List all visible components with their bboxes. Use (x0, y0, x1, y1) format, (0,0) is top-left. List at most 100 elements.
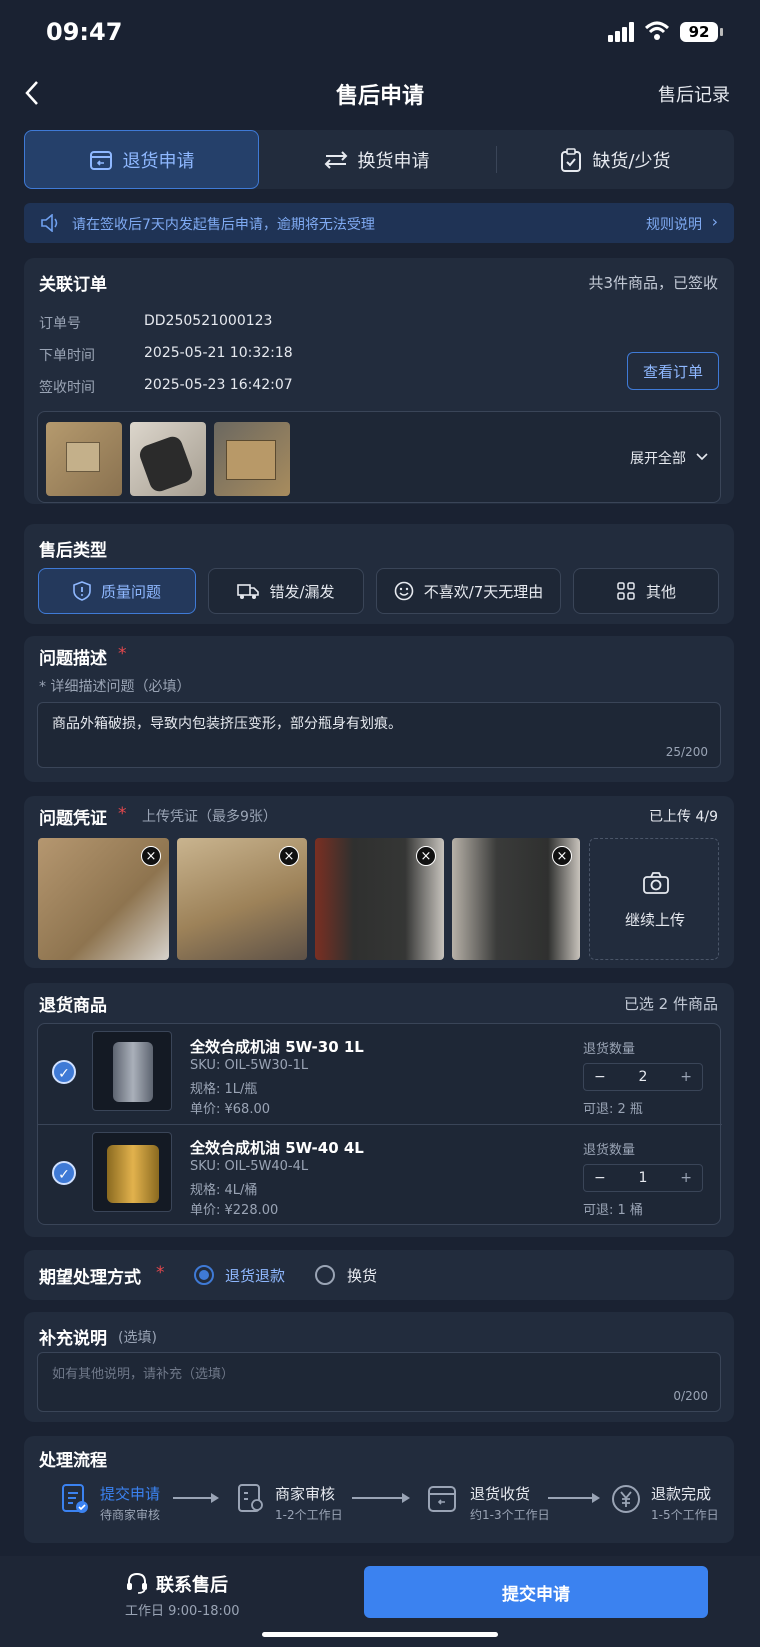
required-mark: * (118, 804, 127, 824)
method-card: 期望处理方式 * 退货退款 换货 (24, 1250, 734, 1300)
type-title: 售后类型 (39, 541, 107, 561)
evidence-photo-2[interactable]: × (177, 838, 307, 960)
minus-button[interactable]: − (594, 1069, 606, 1085)
method-exchange-radio[interactable] (315, 1265, 335, 1285)
extra-notes-card: 补充说明 (选填) 如有其他说明，请补充（选填） 0/200 (24, 1312, 734, 1422)
method-refund-radio[interactable] (194, 1265, 214, 1285)
merchant-review-icon (238, 1484, 263, 1512)
item-2-quantity-stepper: − 1 + (583, 1164, 703, 1192)
extra-title: 补充说明 (39, 1329, 107, 1349)
order-no-label: 订单号 (39, 316, 81, 332)
extra-notes-input[interactable]: 如有其他说明，请补充（选填） 0/200 (37, 1352, 721, 1412)
type-quality-label: 质量问题 (100, 582, 161, 601)
order-time-value: 2025-05-21 10:32:18 (144, 345, 293, 361)
close-icon[interactable]: × (141, 846, 161, 866)
item-1-name: 全效合成机油 5W-30 1L (190, 1038, 364, 1056)
extra-placeholder: 如有其他说明，请补充（选填） (52, 1367, 235, 1382)
close-icon[interactable]: × (279, 846, 299, 866)
item-2-sku: SKU: OIL-5W40-4L (190, 1159, 309, 1174)
type-quality[interactable]: 质量问题 (38, 568, 196, 614)
tab-return[interactable]: 退货申请 (24, 130, 259, 189)
smile-icon (394, 581, 413, 601)
item-1-qty[interactable]: 2 (639, 1069, 648, 1085)
evidence-photo-1[interactable]: × (38, 838, 169, 960)
order-time-label: 下单时间 (39, 348, 95, 364)
request-type-tabs: 退货申请 换货申请 缺货/少货 (24, 130, 734, 189)
evidence-title: 问题凭证 (39, 809, 107, 829)
plus-button[interactable]: + (680, 1069, 692, 1085)
type-no-reason[interactable]: 不喜欢/7天无理由 (376, 568, 561, 614)
type-wrong-missing[interactable]: 错发/漏发 (208, 568, 364, 614)
clipboard-check-icon (561, 147, 582, 172)
expand-all-link[interactable]: 展开全部 (630, 448, 686, 468)
flow-title: 处理流程 (39, 1451, 107, 1471)
contact-support-button[interactable]: 联系售后 工作日 9:00-18:00 (120, 1568, 250, 1619)
upload-more-button[interactable]: 继续上传 (589, 838, 719, 960)
order-products-strip: 展开全部 (37, 411, 721, 503)
description-hint: * 详细描述问题（必填） (39, 679, 191, 695)
description-textarea[interactable]: 商品外箱破损，导致内包装挤压变形，部分瓶身有划痕。 25/200 (37, 702, 721, 768)
item-1-checkbox[interactable]: ✓ (52, 1060, 76, 1084)
exchange-arrows-icon (324, 150, 347, 169)
plus-button[interactable]: + (680, 1170, 692, 1186)
item-2-spec: 规格: 4L/桶 (190, 1183, 258, 1198)
step-1-title: 提交申请 (100, 1485, 161, 1503)
home-indicator (262, 1632, 498, 1637)
close-icon[interactable]: × (552, 846, 572, 866)
required-mark: * (156, 1263, 165, 1283)
item-2-qty[interactable]: 1 (639, 1170, 648, 1186)
truck-icon (237, 584, 260, 599)
item-2-qty-label: 退货数量 (583, 1143, 636, 1158)
step-4-title: 退款完成 (651, 1485, 712, 1503)
speaker-icon (41, 214, 58, 232)
tab-shortage[interactable]: 缺货/少货 (497, 130, 734, 189)
return-items-summary: 已选 2 件商品 (623, 995, 718, 1013)
item-2-checkbox[interactable]: ✓ (52, 1161, 76, 1185)
step-1-sub: 待商家审核 (100, 1508, 161, 1522)
submit-button[interactable]: 提交申请 (364, 1566, 708, 1618)
minus-button[interactable]: − (594, 1170, 606, 1186)
type-wrong-missing-label: 错发/漏发 (269, 582, 335, 601)
page-title: 售后申请 (335, 84, 424, 109)
type-other-label: 其他 (645, 582, 676, 601)
close-icon[interactable]: × (416, 846, 436, 866)
item-2-name: 全效合成机油 5W-40 4L (190, 1139, 364, 1157)
status-bar: 09:47 92 (0, 0, 760, 66)
return-box-icon (89, 150, 112, 170)
step-3-sub: 约1-3个工作日 (470, 1508, 550, 1522)
evidence-photo-4[interactable]: × (452, 838, 580, 960)
required-mark: * (118, 644, 127, 664)
view-order-button[interactable]: 查看订单 (627, 352, 719, 390)
step-2-title: 商家审核 (275, 1485, 336, 1503)
extra-optional: (选填) (118, 1330, 157, 1346)
item-2-available: 可退: 1 桶 (583, 1203, 643, 1218)
method-exchange-label[interactable]: 换货 (347, 1265, 377, 1286)
description-card: 问题描述 * * 详细描述问题（必填） 商品外箱破损，导致内包装挤压变形，部分瓶… (24, 636, 734, 782)
order-card: 关联订单 共3件商品，已签收 订单号 DD250521000123 下单时间 2… (24, 258, 734, 504)
item-1-available: 可退: 2 瓶 (583, 1102, 643, 1117)
after-sales-records-link[interactable]: 售后记录 (658, 81, 730, 107)
arrow-right-icon (173, 1493, 219, 1503)
item-1-qty-label: 退货数量 (583, 1042, 636, 1057)
step-2-sub: 1-2个工作日 (275, 1508, 343, 1522)
notice-text: 请在签收后7天内发起售后申请，逾期将无法受理 (72, 217, 375, 233)
camera-icon (643, 872, 669, 894)
type-other[interactable]: 其他 (573, 568, 719, 614)
evidence-photo-3[interactable]: × (315, 838, 444, 960)
description-counter: 25/200 (665, 745, 708, 759)
extra-counter: 0/200 (673, 1389, 708, 1403)
service-hours: 工作日 9:00-18:00 (125, 1604, 240, 1619)
item-2-price: 单价: ¥228.00 (190, 1203, 279, 1218)
arrow-right-icon (548, 1493, 600, 1503)
tab-exchange[interactable]: 换货申请 (259, 130, 494, 189)
chevron-down-icon[interactable] (696, 452, 708, 462)
item-1-quantity-stepper: − 2 + (583, 1063, 703, 1091)
order-no-value: DD250521000123 (144, 313, 273, 329)
grid-icon (617, 582, 635, 600)
evidence-hint: 上传凭证（最多9张） (142, 809, 277, 825)
product-thumb-bottle (130, 422, 206, 496)
method-refund-label[interactable]: 退货退款 (225, 1265, 285, 1286)
rules-link[interactable]: 规则说明 (646, 214, 702, 234)
item-1-price: 单价: ¥68.00 (190, 1102, 270, 1117)
step-4-sub: 1-5个工作日 (651, 1508, 719, 1522)
